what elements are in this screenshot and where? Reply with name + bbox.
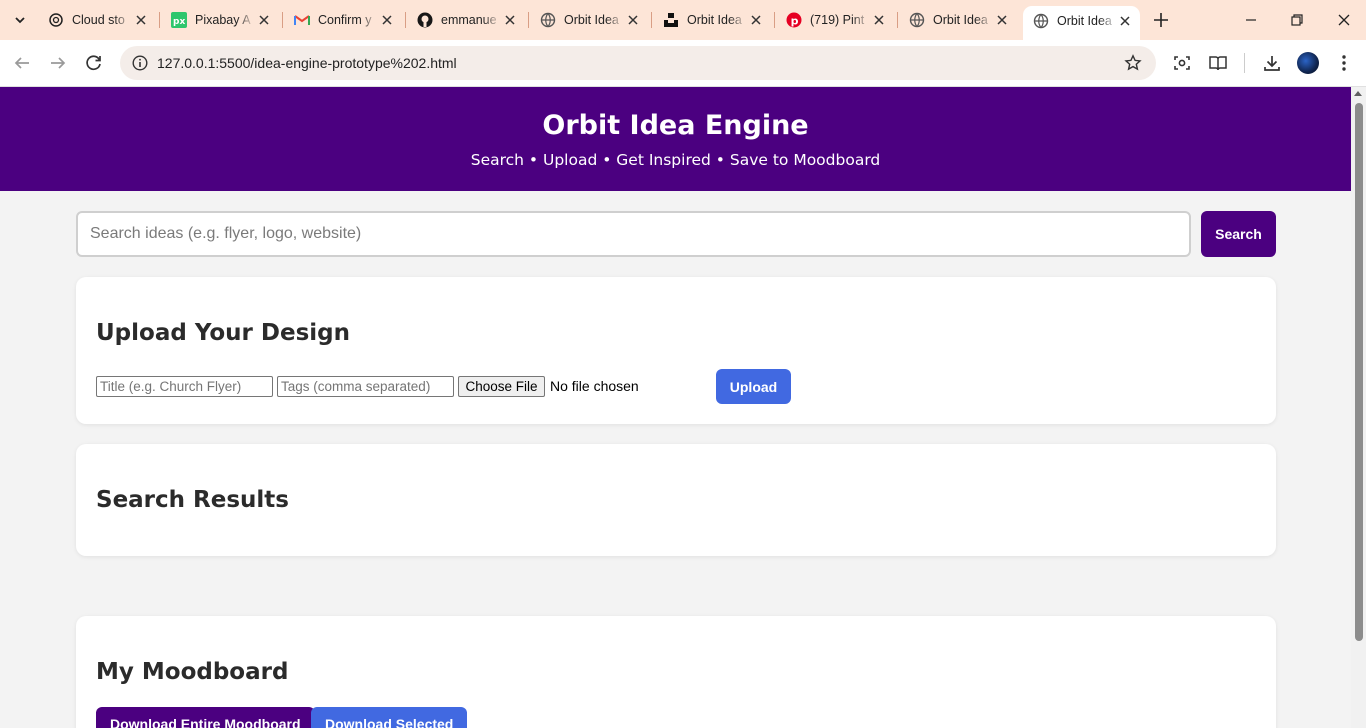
upload-heading: Upload Your Design [96,320,350,346]
browser-toolbar: 127.0.0.1:5500/idea-engine-prototype%202… [0,40,1366,87]
chevron-down-icon [15,17,25,24]
screenshot-lens-icon[interactable] [1172,53,1192,73]
reading-mode-icon[interactable] [1208,53,1228,73]
moodboard-section: My Moodboard Download Entire Moodboard D… [76,616,1276,728]
scrollbar-thumb[interactable] [1355,103,1363,641]
scroll-up-arrow-icon[interactable] [1354,91,1362,96]
search-button[interactable]: Search [1201,211,1276,257]
tab-title: Orbit Idea [564,13,619,27]
browser-tab[interactable]: Orbit Idea [653,6,769,34]
tab-title: Confirm y [318,13,372,27]
pinterest-icon: p [786,12,802,28]
globe-icon [1033,13,1049,29]
upload-button[interactable]: Upload [716,369,791,404]
browser-tab[interactable]: Confirm y [284,6,400,34]
download-selected-button[interactable]: Download Selected [311,707,468,728]
design-tags-input[interactable] [277,376,454,397]
pixabay-icon: px [171,12,187,28]
window-close-icon[interactable] [1334,10,1354,30]
new-tab-icon[interactable] [1150,9,1172,31]
choose-file-button[interactable]: Choose File [458,376,545,397]
svg-text:px: px [173,17,185,27]
forward-arrow-icon[interactable] [47,52,69,74]
tab-title: (719) Pint [810,13,865,27]
browser-tab-active[interactable]: Orbit Idea [1023,6,1140,40]
chatgpt-icon [49,13,63,27]
close-icon[interactable] [871,12,887,28]
tab-divider [405,12,406,28]
tab-divider [774,12,775,28]
file-status-text: No file chosen [550,378,639,394]
minimize-icon[interactable] [1241,10,1261,30]
page-viewport: Orbit Idea Engine Search • Upload • Get … [0,87,1351,728]
tab-divider [159,12,160,28]
download-icon[interactable] [1262,53,1282,73]
tab-title: Pixabay A [195,13,251,27]
tab-search-menu-button[interactable] [8,8,32,32]
design-title-input[interactable] [96,376,273,397]
more-options-icon[interactable] [1334,53,1354,73]
restore-icon[interactable] [1287,10,1307,30]
tab-title: Orbit Idea [1057,14,1112,28]
globe-icon [909,12,925,28]
toolbar-divider [1244,53,1245,73]
browser-tab[interactable]: p (719) Pint [776,6,892,34]
page-scrollbar[interactable] [1351,87,1366,728]
browser-tab[interactable]: Orbit Idea [899,6,1015,34]
bookmark-star-icon[interactable] [1124,54,1142,72]
browser-tab[interactable]: px Pixabay A [161,6,277,34]
close-icon[interactable] [502,12,518,28]
close-icon[interactable] [1117,13,1133,29]
close-icon[interactable] [625,12,641,28]
reload-icon[interactable] [83,52,105,74]
close-icon[interactable] [133,12,149,28]
browser-tabstrip: Cloud sto px Pixabay A Confirm y emmanue… [0,0,1366,40]
browser-tab[interactable]: emmanue [407,6,523,34]
close-icon[interactable] [748,12,764,28]
search-input[interactable] [76,211,1191,257]
browser-tab[interactable]: Cloud sto [38,6,154,34]
github-icon [417,12,433,28]
search-results-heading: Search Results [96,487,289,513]
unsplash-icon [664,13,678,27]
close-icon[interactable] [994,12,1010,28]
tab-divider [651,12,652,28]
page-tagline: Search • Upload • Get Inspired • Save to… [470,151,881,169]
download-entire-moodboard-button[interactable]: Download Entire Moodboard [96,707,315,728]
tab-divider [528,12,529,28]
address-bar[interactable]: 127.0.0.1:5500/idea-engine-prototype%202… [120,46,1156,80]
site-info-icon[interactable] [132,55,148,71]
tab-divider [282,12,283,28]
profile-avatar[interactable] [1297,52,1319,74]
tab-title: Cloud sto [72,13,125,27]
browser-tab[interactable]: Orbit Idea [530,6,646,34]
svg-text:p: p [791,15,799,28]
close-icon[interactable] [256,12,272,28]
tab-title: Orbit Idea [687,13,742,27]
page-title: Orbit Idea Engine [542,110,809,141]
gmail-icon [294,15,310,25]
upload-section: Upload Your Design Choose File No file c… [76,277,1276,424]
tab-title: emmanue [441,13,497,27]
url-text: 127.0.0.1:5500/idea-engine-prototype%202… [157,55,457,71]
moodboard-heading: My Moodboard [96,659,289,685]
back-arrow-icon[interactable] [11,52,33,74]
close-icon[interactable] [379,12,395,28]
globe-icon [540,12,556,28]
tab-title: Orbit Idea [933,13,988,27]
search-results-section: Search Results [76,444,1276,556]
page-header: Orbit Idea Engine Search • Upload • Get … [0,87,1351,191]
tab-divider [897,12,898,28]
